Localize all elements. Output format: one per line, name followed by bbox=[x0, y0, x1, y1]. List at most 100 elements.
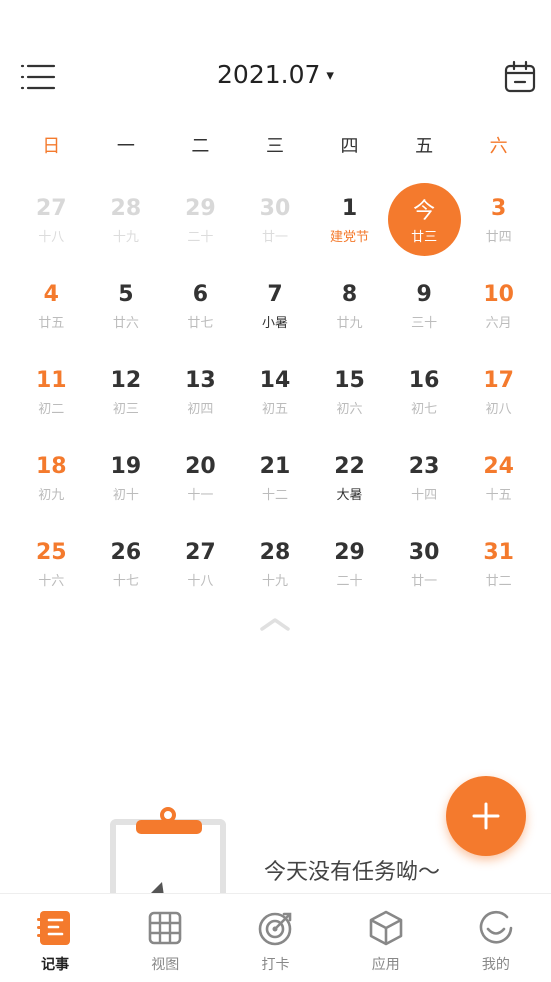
lunar-date: 廿七 bbox=[187, 316, 214, 331]
calendar-day[interactable]: 29 二十 bbox=[312, 524, 387, 610]
calendar-day[interactable]: 24 十五 bbox=[461, 438, 536, 524]
calendar-day[interactable]: 21 十二 bbox=[238, 438, 313, 524]
weekday-label: 日 bbox=[42, 136, 61, 157]
day-number: 1 bbox=[341, 196, 358, 221]
calendar-day[interactable]: 10 六月 bbox=[461, 266, 536, 352]
calendar-day[interactable]: 20 十一 bbox=[163, 438, 238, 524]
tab-apps[interactable]: 应用 bbox=[331, 894, 441, 982]
day-number: 29 bbox=[185, 196, 216, 221]
calendar-day[interactable]: 16 初七 bbox=[387, 352, 462, 438]
lunar-date: 初八 bbox=[485, 402, 512, 417]
lunar-date: 初六 bbox=[336, 402, 363, 417]
tab-checkin[interactable]: 打卡 bbox=[220, 894, 330, 982]
calendar-day[interactable]: 14 初五 bbox=[238, 352, 313, 438]
day-number: 14 bbox=[259, 368, 291, 393]
calendar-day[interactable]: 28 十九 bbox=[89, 180, 164, 266]
day-number: 23 bbox=[408, 454, 440, 479]
lunar-date: 十一 bbox=[187, 488, 214, 503]
calendar-day[interactable]: 4 廿五 bbox=[14, 266, 89, 352]
calendar-day[interactable]: 23 十四 bbox=[387, 438, 462, 524]
add-button[interactable] bbox=[446, 776, 526, 856]
lunar-date: 初二 bbox=[38, 402, 65, 417]
day-number: 17 bbox=[483, 368, 514, 393]
lunar-date: 初九 bbox=[38, 488, 65, 503]
weekday-label: 三 bbox=[265, 136, 284, 157]
lunar-date: 廿五 bbox=[38, 316, 65, 331]
calendar-day[interactable]: 25 十六 bbox=[14, 524, 89, 610]
calendar-day-today[interactable]: 今廿三 bbox=[387, 180, 462, 266]
calendar-day[interactable]: 12 初三 bbox=[89, 352, 164, 438]
weekday-label: 一 bbox=[116, 136, 135, 157]
calendar-day[interactable]: 22 大暑 bbox=[312, 438, 387, 524]
calendar-day[interactable]: 17 初八 bbox=[461, 352, 536, 438]
day-number: 18 bbox=[35, 454, 67, 479]
calendar-week-row: 25 十六 26 十七 27 十八 28 十九 29 二十 30 廿一 31 廿二 bbox=[14, 524, 536, 610]
day-number: 9 bbox=[416, 282, 432, 307]
lunar-date: 廿二 bbox=[485, 574, 512, 589]
calendar-day[interactable]: 3 廿四 bbox=[461, 180, 536, 266]
lunar-date: 小暑 bbox=[261, 316, 288, 331]
lunar-date: 大暑 bbox=[336, 488, 363, 503]
lunar-date: 十五 bbox=[485, 488, 512, 503]
calendar-day[interactable]: 30 廿一 bbox=[387, 524, 462, 610]
plus-icon bbox=[472, 802, 500, 830]
calendar-day[interactable]: 1 建党节 bbox=[312, 180, 387, 266]
calendar-day[interactable]: 27 十八 bbox=[163, 524, 238, 610]
lunar-date: 十七 bbox=[112, 574, 139, 589]
lunar-date: 廿一 bbox=[411, 574, 438, 589]
day-number: 13 bbox=[185, 368, 216, 393]
calendar-day[interactable]: 9 三十 bbox=[387, 266, 462, 352]
lunar-date: 廿一 bbox=[261, 230, 288, 245]
notes-icon bbox=[37, 911, 71, 945]
tab-view[interactable]: 视图 bbox=[110, 894, 220, 982]
calendar-day[interactable]: 29 二十 bbox=[163, 180, 238, 266]
lunar-date: 初十 bbox=[112, 488, 139, 503]
day-number: 6 bbox=[192, 282, 209, 307]
calendar-day[interactable]: 26 十七 bbox=[89, 524, 164, 610]
header: 2021.07 ▾ bbox=[0, 50, 551, 106]
bottom-tab-bar: 记事 视图 打卡 应用 我的 bbox=[0, 893, 551, 982]
lunar-date: 二十 bbox=[336, 574, 363, 589]
tab-mine[interactable]: 我的 bbox=[441, 894, 551, 982]
calendar-day[interactable]: 28 十九 bbox=[238, 524, 313, 610]
month-title[interactable]: 2021.07 ▾ bbox=[0, 60, 551, 89]
lunar-date: 廿六 bbox=[112, 316, 139, 331]
calendar-day[interactable]: 19 初十 bbox=[89, 438, 164, 524]
day-number: 10 bbox=[483, 282, 514, 307]
calendar-grid: 27 十八 28 十九 29 二十 30 廿一 1 建党节 今廿三 3 廿四 4 廿五 5 廿六 6 廿七 7 小暑 8 廿… bbox=[14, 180, 536, 610]
lunar-date: 三十 bbox=[411, 316, 438, 331]
calendar-day[interactable]: 30 廿一 bbox=[238, 180, 313, 266]
lunar-date: 初四 bbox=[187, 402, 214, 417]
calendar-day[interactable]: 31 廿二 bbox=[461, 524, 536, 610]
calendar-day[interactable]: 18 初九 bbox=[14, 438, 89, 524]
lunar-date: 十二 bbox=[261, 488, 288, 503]
lunar-date: 初七 bbox=[411, 402, 438, 417]
weekday-label: 五 bbox=[415, 136, 434, 157]
day-number: 28 bbox=[110, 196, 142, 221]
day-number: 27 bbox=[185, 540, 216, 565]
day-number: 27 bbox=[35, 196, 67, 221]
calendar-day[interactable]: 6 廿七 bbox=[163, 266, 238, 352]
calendar-day[interactable]: 11 初二 bbox=[14, 352, 89, 438]
day-number: 24 bbox=[483, 454, 514, 479]
calendar-day[interactable]: 27 十八 bbox=[14, 180, 89, 266]
day-number: 26 bbox=[110, 540, 142, 565]
calendar-day[interactable]: 7 小暑 bbox=[238, 266, 313, 352]
calendar-day[interactable]: 8 廿九 bbox=[312, 266, 387, 352]
cube-icon bbox=[369, 910, 403, 946]
calendar-week-row: 4 廿五 5 廿六 6 廿七 7 小暑 8 廿九 9 三十 10 六月 bbox=[14, 266, 536, 352]
calendar-day[interactable]: 13 初四 bbox=[163, 352, 238, 438]
tab-label: 应用 bbox=[371, 957, 400, 973]
lunar-date: 十八 bbox=[38, 230, 65, 245]
lunar-date: 十九 bbox=[261, 574, 288, 589]
tab-notes[interactable]: 记事 bbox=[0, 894, 110, 982]
day-number: 29 bbox=[334, 540, 365, 565]
calendar-day[interactable]: 5 廿六 bbox=[89, 266, 164, 352]
calendar-week-row: 18 初九 19 初十 20 十一 21 十二 22 大暑 23 十四 24 十五 bbox=[14, 438, 536, 524]
lunar-date: 二十 bbox=[187, 230, 214, 245]
calendar-day[interactable]: 15 初六 bbox=[312, 352, 387, 438]
tab-label: 打卡 bbox=[261, 957, 290, 973]
day-number: 4 bbox=[43, 282, 59, 307]
calendar-icon[interactable] bbox=[503, 60, 537, 94]
chevron-up-icon[interactable] bbox=[258, 614, 292, 634]
